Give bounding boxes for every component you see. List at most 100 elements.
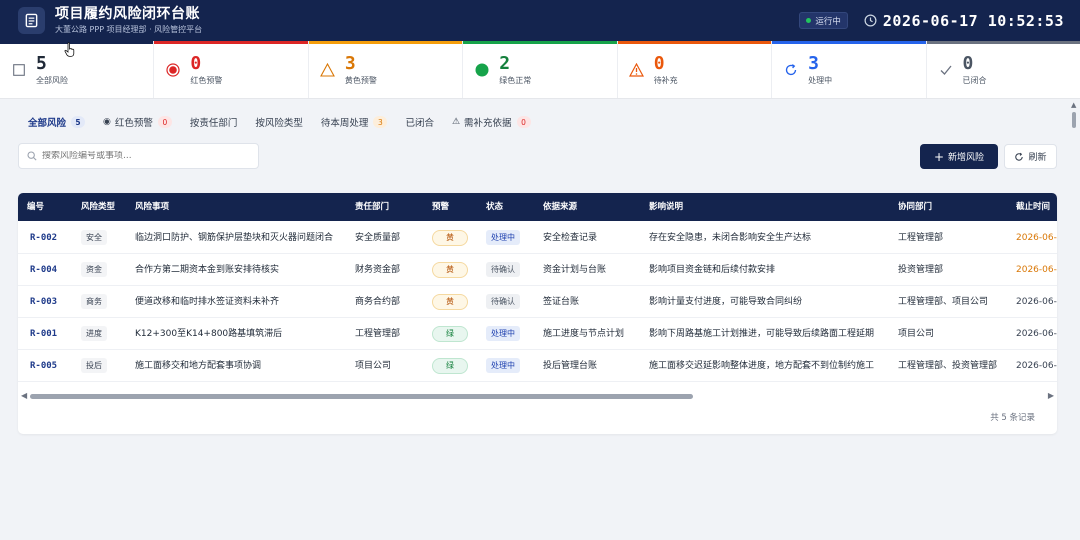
stat-label: 红色预警 <box>190 75 223 85</box>
risk-type-tag: 商务 <box>81 294 107 309</box>
tab-label: 红色预警 <box>114 118 153 129</box>
tab-all-risks[interactable]: 全部风险 5 <box>20 111 93 133</box>
status-badge: 处理中 <box>486 358 520 373</box>
scroll-left-icon[interactable]: ◀ <box>21 391 27 400</box>
clock: 2026-06-17 10:52:53 <box>864 12 1064 30</box>
stat-accent <box>772 41 926 44</box>
stat-label: 绿色正常 <box>499 75 532 85</box>
stat-closed[interactable]: 0 已闭合 <box>926 41 1080 98</box>
search-box[interactable] <box>18 143 259 169</box>
stat-accent <box>308 41 463 44</box>
column-header[interactable]: 影响说明 <box>649 193 683 221</box>
run-status-badge: 运行中 <box>799 12 848 29</box>
tab-count-badge: 0 <box>157 116 172 128</box>
stat-accent <box>617 41 772 44</box>
risk-id[interactable]: R-002 <box>30 222 57 254</box>
stat-number: 2 <box>499 52 511 74</box>
tab-label: 全部风险 <box>28 118 67 129</box>
mouse-pointer-icon <box>64 42 75 57</box>
tab-by-department[interactable]: 按责任部门 <box>182 111 246 133</box>
page-scrollbar[interactable]: ▲ <box>1070 101 1078 133</box>
warning-level-pill: 黄 <box>432 229 468 246</box>
status-badge: 处理中 <box>486 230 520 245</box>
search-input[interactable] <box>42 151 242 161</box>
stat-yellow-alert[interactable]: 3 黄色预警 <box>308 41 464 98</box>
deadline: 2026-06-2 <box>1016 297 1057 307</box>
column-header[interactable]: 依据来源 <box>543 193 577 221</box>
total-records: 共 5 条记录 <box>990 413 1035 423</box>
add-risk-button[interactable]: + 新增风险 <box>920 144 998 169</box>
risk-item: 施工面移交和地方配套事项协调 <box>135 361 262 371</box>
evidence-source: 施工进度与节点计划 <box>543 329 625 339</box>
risk-id[interactable]: R-001 <box>30 318 57 350</box>
checkbox-icon <box>10 61 28 79</box>
tab-label: 待本周处理 <box>320 118 369 129</box>
tab-label: 已闭合 <box>405 118 434 129</box>
stat-green-normal[interactable]: 2 绿色正常 <box>463 41 618 98</box>
status-dot-icon <box>806 18 812 23</box>
responsible-dept: 安全质量部 <box>355 233 401 243</box>
coop-dept: 项目公司 <box>898 329 935 339</box>
risk-id[interactable]: R-004 <box>30 254 57 286</box>
impact-description: 影响项目资金链和后续付款安排 <box>649 265 776 275</box>
green-dot-icon <box>473 61 491 79</box>
stat-red-alert[interactable]: 0 红色预警 <box>154 41 309 98</box>
tab-count-badge: 3 <box>373 116 388 128</box>
stat-pending-supplement[interactable]: 0 待补充 <box>617 41 773 98</box>
tab-by-risk-type[interactable]: 按风险类型 <box>247 111 311 133</box>
responsible-dept: 财务资金部 <box>355 265 401 275</box>
table-row[interactable]: R-005 投后 施工面移交和地方配套事项协调 项目公司 绿 处理中 投后管理台… <box>18 350 1057 382</box>
stat-all-risks[interactable]: 5 全部风险 <box>0 41 155 98</box>
column-header[interactable]: 状态 <box>486 193 503 221</box>
impact-description: 存在安全隐患，未闭合影响安全生产达标 <box>649 233 812 243</box>
coop-dept: 工程管理部、投资管理部 <box>898 361 998 371</box>
table-row[interactable]: R-004 资金 合作方第二期资本金到账安排待核实 财务资金部 黄 待确认 资金… <box>18 254 1057 286</box>
tab-count-badge: 5 <box>71 116 86 128</box>
table-horizontal-scrollbar[interactable]: ◀ ▶ <box>18 390 1057 402</box>
stat-in-progress[interactable]: 3 处理中 <box>772 41 927 98</box>
tab-closed[interactable]: 已闭合 <box>397 111 442 133</box>
table-row[interactable]: R-001 进度 K12+300至K14+800路基填筑滞后 工程管理部 绿 处… <box>18 318 1057 350</box>
stat-number: 5 <box>36 52 47 74</box>
risk-type-tag: 资金 <box>81 262 107 277</box>
app-header: 项目履约风险闭环台账 大董公路 PPP 项目经理部 · 风险管控平台 运行中 2… <box>0 0 1080 41</box>
column-header[interactable]: 风险事项 <box>135 193 169 221</box>
scroll-up-icon[interactable]: ▲ <box>1071 101 1076 109</box>
warning-level-pill: 黄 <box>432 293 468 310</box>
warning-cell: 绿 <box>432 318 468 350</box>
deadline: 2026-06-2 <box>1016 329 1057 339</box>
triangle-warning-icon <box>319 61 337 79</box>
tab-need-evidence[interactable]: ⚠ 需补充依据 0 <box>444 111 539 133</box>
scrollbar-thumb[interactable] <box>1072 112 1076 128</box>
scroll-right-icon[interactable]: ▶ <box>1048 391 1054 400</box>
stat-label: 黄色预警 <box>344 75 377 85</box>
column-header[interactable]: 截止时间 <box>1016 193 1050 221</box>
tab-this-week[interactable]: 待本周处理 3 <box>313 111 396 133</box>
column-header[interactable]: 风险类型 <box>81 193 115 221</box>
scrollbar-thumb[interactable] <box>30 394 693 399</box>
tab-count-badge: 0 <box>516 116 531 128</box>
refresh-button[interactable]: 刷新 <box>1004 144 1057 169</box>
risk-id[interactable]: R-005 <box>30 350 57 382</box>
stat-label: 待补充 <box>653 75 678 85</box>
tab-red-alert[interactable]: ◉ 红色预警 0 <box>95 111 180 133</box>
stat-accent <box>926 41 1080 44</box>
evidence-source: 签证台账 <box>543 297 580 307</box>
risk-type-cell: 资金 <box>81 254 107 286</box>
column-header[interactable]: 编号 <box>27 193 44 221</box>
risk-type-cell: 投后 <box>81 350 107 382</box>
status-cell: 处理中 <box>486 318 520 350</box>
stat-label: 处理中 <box>808 75 833 85</box>
responsible-dept: 工程管理部 <box>355 329 401 339</box>
risk-id[interactable]: R-003 <box>30 286 57 318</box>
tab-label: 需补充依据 <box>464 118 512 129</box>
page-title: 项目履约风险闭环台账 <box>55 6 200 22</box>
table-row[interactable]: R-002 安全 临边洞口防护、钢筋保护层垫块和灭火器问题闭合 安全质量部 黄 … <box>18 222 1057 254</box>
column-header[interactable]: 责任部门 <box>355 193 389 221</box>
status-badge: 待确认 <box>486 262 520 277</box>
column-header[interactable]: 预警 <box>432 193 449 221</box>
table-row[interactable]: R-003 商务 便道改移和临时排水签证资料未补齐 商务合约部 黄 待确认 签证… <box>18 286 1057 318</box>
column-header[interactable]: 协同部门 <box>898 193 932 221</box>
deadline: 2026-06-2 <box>1016 361 1057 371</box>
tab-label: 按风险类型 <box>255 118 303 129</box>
